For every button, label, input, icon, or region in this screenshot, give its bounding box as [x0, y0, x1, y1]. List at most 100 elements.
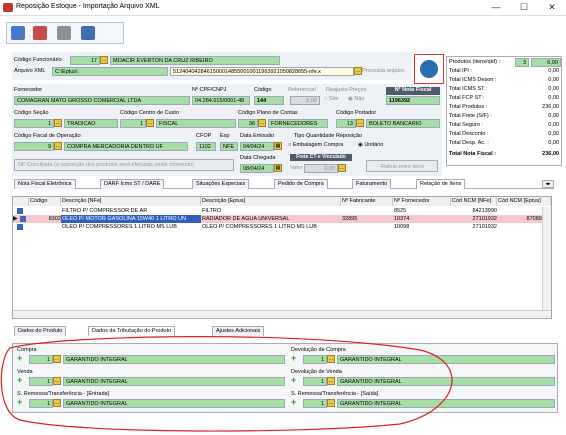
codigo-label: Código — [254, 87, 272, 93]
esp-field: NFE — [220, 142, 238, 151]
book-icon[interactable] — [81, 26, 95, 40]
totals-label: Total Desp. Ac. : — [449, 140, 489, 146]
table-row[interactable]: OLEO P/ COMPRESSORES 1 LITRO MS LUB OLEO… — [13, 223, 551, 231]
secao-label: Código Seção — [14, 110, 49, 116]
radio-unitario[interactable]: ◉ Unitário — [358, 142, 383, 148]
print-icon[interactable] — [57, 26, 71, 40]
tab-situacoes[interactable]: Situações Especiais — [192, 179, 250, 189]
title-bar: Reposição Estoque - Importação Arquivo X… — [0, 0, 566, 16]
totals-value: 236,00 — [542, 104, 559, 110]
logo-icon — [420, 60, 438, 78]
close-button[interactable]: ✕ — [542, 1, 562, 13]
cod-func-field[interactable]: 17 — [70, 56, 100, 65]
calendar-icon[interactable]: ▦ — [274, 142, 282, 150]
tab-scroll[interactable]: ◂▸ — [542, 180, 554, 188]
grid-header[interactable]: Descrição [NFe] — [61, 197, 201, 206]
plano-field: FORNECEDORES — [268, 119, 328, 128]
grid-header[interactable]: Código — [29, 197, 61, 206]
frete-label: Frete CT-e Vinculado — [290, 154, 352, 161]
tab-nfe[interactable]: Nota Fiscal Eletrônica — [14, 179, 76, 189]
lookup-icon[interactable]: … — [338, 164, 346, 172]
radio-sim[interactable]: ○ Sim — [324, 96, 338, 102]
cell-desc-nfe: FILTRO P/ COMPRESSOR DE AR — [62, 208, 148, 214]
grid-header[interactable]: Nº Fabricante — [341, 197, 393, 206]
lookup-icon[interactable]: … — [54, 142, 62, 150]
tab-pedido[interactable]: Pedido de Compra — [274, 179, 328, 189]
totals-items: 3 — [515, 58, 529, 67]
fiscal-cod-field[interactable]: 9 — [14, 142, 54, 151]
items-grid: Código Descrição [NFe] Descrição [Eptus]… — [12, 196, 552, 319]
chegada-field[interactable]: 08/04/24 — [240, 164, 274, 173]
cell-codigo — [29, 223, 61, 231]
chegada-label: Data Chegada — [240, 155, 276, 161]
processa-button[interactable]: Processa arquivo — [362, 68, 405, 74]
lookup-icon[interactable]: … — [100, 56, 108, 64]
totals-label: Total Desconto : — [449, 131, 489, 137]
totals-label: Total Frete (S/F) : — [449, 113, 492, 119]
lookup-icon[interactable]: … — [146, 119, 154, 127]
cfop-label: CFOP — [196, 133, 212, 139]
lookup-icon[interactable]: … — [54, 119, 62, 127]
radio-embalagem-label: Embalagem Compra — [292, 142, 344, 148]
radio-embalagem[interactable]: ○ Embalagem Compra — [288, 142, 343, 148]
lookup-icon[interactable]: … — [258, 119, 266, 127]
referencial-field: 0,00 — [290, 96, 320, 105]
cell-ncm-nfe: 27101932 — [472, 224, 497, 230]
rateia-button[interactable]: Rateia entre itens — [366, 160, 438, 172]
import-icon[interactable] — [11, 26, 25, 40]
lookup-icon[interactable]: … — [356, 119, 364, 127]
grid-header[interactable]: Descrição [Eptus] — [201, 197, 341, 206]
totals-value: 0,00 — [548, 122, 559, 128]
grid-header[interactable]: Cód NCM [Eptus] — [497, 197, 551, 206]
valor-field: 0,00 — [304, 164, 338, 173]
arquivo-dir-field[interactable]: C:\Eptus\ — [52, 67, 168, 76]
nf-field: 1196392 — [386, 96, 440, 105]
custo-cod-field[interactable]: 1 — [120, 119, 146, 128]
tab-itens[interactable]: Relação de Itens — [416, 179, 466, 189]
secao-field: TRADICAO — [64, 119, 118, 128]
tab-darf[interactable]: DARF Icms ST / DARE — [100, 179, 165, 189]
totals-label: Total IPI : — [449, 68, 472, 74]
window-title: Reposição Estoque - Importação Arquivo X… — [16, 3, 160, 10]
calendar-icon[interactable]: ▦ — [274, 164, 282, 172]
maximize-button[interactable]: ☐ — [514, 1, 534, 13]
func-name-field: MOACIR EVERTON DA CRUZ RIBEIRO — [110, 56, 280, 65]
radio-unitario-label: Unitário — [364, 142, 384, 148]
file-browse-icon[interactable]: … — [354, 67, 362, 75]
logo-button[interactable] — [414, 54, 444, 84]
totals-value: 0,00 — [548, 140, 559, 146]
totals-label: Total Produtos : — [449, 104, 488, 110]
minimize-button[interactable]: — — [486, 1, 506, 13]
secao-cod-field[interactable]: 1 — [14, 119, 54, 128]
nf-conciliada-label: NF Conciliada (a reposição dos produtos … — [18, 162, 195, 168]
nf-conciliada-checkbox[interactable]: NF Conciliada (a reposição dos produtos … — [14, 159, 234, 171]
tipo-label: Tipo Quantidade Reposição — [294, 133, 362, 139]
table-row[interactable]: FILTRO P/ COMPRESSOR DE AR FILTRO 8525 8… — [13, 207, 551, 215]
radio-nao[interactable]: ◉ Não — [348, 96, 364, 102]
fornecedor-label: Fornecedor — [14, 87, 43, 93]
fiscal-field: COMPRA MERCADORIA DENTRO UF — [64, 142, 188, 151]
radio-sim-label: Sim — [328, 96, 339, 102]
totals-label: Total FCP ST : — [449, 95, 485, 101]
portador-cod-field[interactable]: 13 — [336, 119, 356, 128]
custo-field: FISCAL — [156, 119, 236, 128]
grid-header[interactable]: Nº Fornecedor — [393, 197, 451, 206]
horizontal-scrollbar[interactable] — [13, 310, 551, 318]
grid-header[interactable]: Cód NCM [NFe] — [451, 197, 497, 206]
cell-ncm-nfe: 27101932 — [472, 216, 497, 222]
custo-label: Código Centro de Custo — [120, 110, 180, 116]
portador-label: Código Portador — [336, 110, 377, 116]
plano-cod-field[interactable]: 38 — [238, 119, 258, 128]
totals-label: Total ICMS ST : — [449, 86, 488, 92]
cfop-field: 1102 — [196, 142, 216, 151]
info-icon — [17, 224, 23, 230]
tab-faturamento[interactable]: Faturamento — [352, 179, 392, 189]
export-icon[interactable] — [33, 26, 47, 40]
cell-fornecedor: 8525 — [394, 208, 407, 214]
grid-header — [13, 197, 29, 206]
table-row[interactable]: ▶ 8302 OLEO P/ MOTOR GASOLINA 15W40 1 LI… — [13, 215, 551, 223]
referencial-label: Referencial — [288, 87, 316, 93]
vertical-scrollbar[interactable] — [542, 207, 551, 310]
cell-desc-nfe: OLEO P/ MOTOR GASOLINA 15W40 1 LITRO UN — [61, 215, 201, 223]
arquivo-file-field[interactable]: 5124040428461500014855001001196392105082… — [170, 67, 354, 76]
